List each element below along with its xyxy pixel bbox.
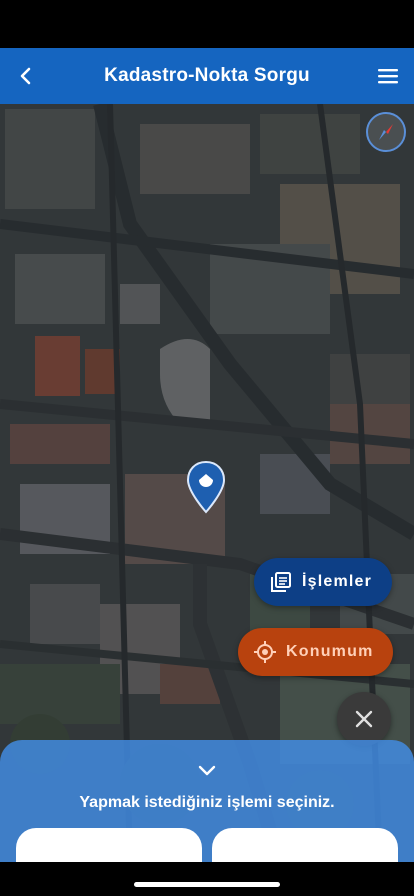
close-icon bbox=[355, 710, 373, 728]
chevron-left-icon bbox=[20, 67, 31, 85]
page-title: Kadastro-Nokta Sorgu bbox=[104, 65, 310, 86]
status-bar bbox=[0, 0, 414, 48]
location-pin-icon[interactable] bbox=[186, 460, 226, 514]
home-bar-area bbox=[0, 862, 414, 896]
konumum-label: Konumum bbox=[286, 643, 374, 660]
crosshair-location-icon bbox=[254, 641, 276, 663]
layers-list-icon bbox=[271, 572, 291, 592]
compass-button[interactable] bbox=[366, 112, 406, 152]
home-indicator[interactable] bbox=[134, 882, 280, 887]
hamburger-menu-icon bbox=[378, 69, 398, 84]
chevron-down-icon[interactable] bbox=[197, 764, 217, 778]
menu-button[interactable] bbox=[372, 60, 404, 92]
action-bottom-sheet: Yapmak istediğiniz işlemi seçiniz. bbox=[0, 740, 414, 868]
back-button[interactable] bbox=[10, 60, 42, 92]
konumum-button[interactable]: Konumum bbox=[238, 628, 393, 676]
sheet-prompt: Yapmak istediğiniz işlemi seçiniz. bbox=[79, 794, 335, 811]
islemler-label: İşlemler bbox=[302, 573, 373, 590]
islemler-button[interactable]: İşlemler bbox=[254, 558, 392, 606]
close-button[interactable] bbox=[337, 692, 391, 746]
compass-icon bbox=[379, 124, 393, 140]
app-bar: Kadastro-Nokta Sorgu bbox=[0, 48, 414, 104]
